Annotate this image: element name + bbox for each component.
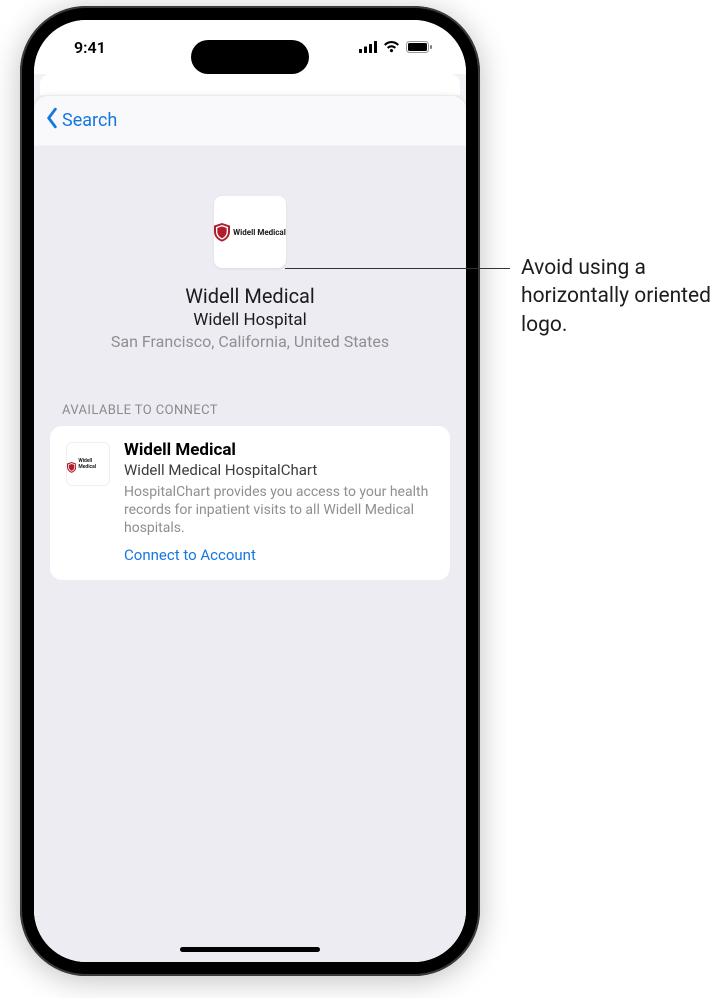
nav-bar: Search [34,96,466,146]
connect-card-subtitle: Widell Medical HospitalChart [124,461,434,479]
shield-icon [214,223,230,241]
back-button[interactable]: Search [44,107,117,134]
status-time: 9:41 [74,38,106,57]
callout-text: Avoid using a horizontally oriented logo… [521,254,721,339]
phone-screen: 9:41 Search [34,20,466,962]
back-label: Search [62,110,117,131]
phone-frame: 9:41 Search [20,6,480,976]
status-indicators [359,38,432,57]
provider-logo-small: Widell Medical [66,442,110,486]
connect-to-account-link[interactable]: Connect to Account [124,546,434,564]
provider-subname: Widell Hospital [193,310,307,330]
connect-card-body: Widell Medical Widell Medical HospitalCh… [124,440,434,564]
dynamic-island [191,40,309,74]
provider-logo-small-text: Widell Medical [78,458,109,470]
shield-icon [67,458,76,470]
connect-card-description: HospitalChart provides you access to you… [124,483,434,538]
connect-card-title: Widell Medical [124,440,434,460]
section-header-available: AVAILABLE TO CONNECT [34,367,466,426]
chevron-left-icon [44,107,60,134]
provider-logo-large: Widell Medical [214,196,286,268]
connect-card: Widell Medical Widell Medical Widell Med… [50,426,450,580]
sheet-behind [40,74,460,96]
provider-header: Widell Medical Widell Medical Widell Hos… [34,146,466,367]
callout-leader-line [285,268,510,269]
provider-name: Widell Medical [185,284,315,308]
cellular-icon [359,38,377,57]
provider-logo-text: Widell Medical [233,228,286,237]
home-indicator[interactable] [180,947,320,952]
provider-location: San Francisco, California, United States [111,332,389,351]
modal-sheet: Search Widell Medical Widell Medical Wid… [34,96,466,962]
battery-icon [406,38,432,57]
wifi-icon [383,38,400,57]
